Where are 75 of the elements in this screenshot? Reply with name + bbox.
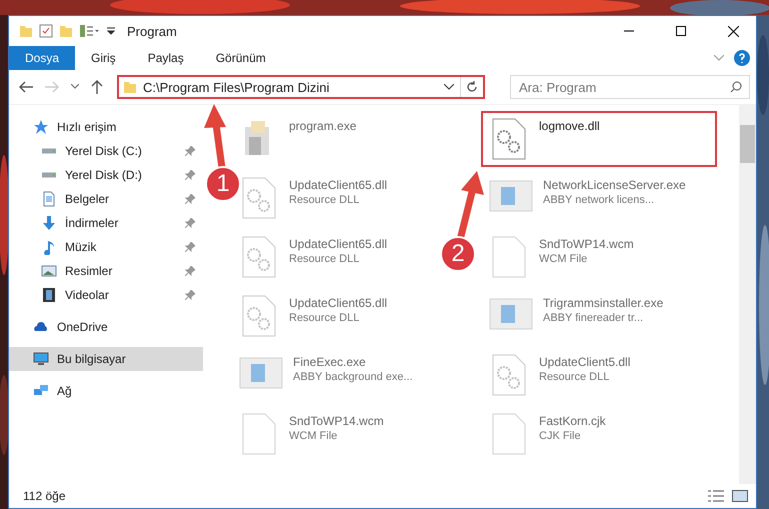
sidebar-item[interactable]: Videolar	[9, 283, 203, 307]
file-name[interactable]: UpdateClient5.dll	[539, 355, 630, 369]
file-type: ABBY finereader tr...	[543, 312, 644, 324]
search-icon	[730, 81, 742, 93]
sidebar-item[interactable]: Yerel Disk (C:)	[9, 139, 203, 163]
file-name[interactable]: FineExec.exe	[293, 355, 366, 369]
drive-icon	[41, 171, 57, 179]
thumbnail-view-icon[interactable]	[732, 490, 748, 502]
chevron-down-icon[interactable]	[444, 84, 454, 90]
file-type: Resource DLL	[539, 371, 610, 383]
star-icon	[33, 119, 49, 135]
file-type: Resource DLL	[289, 194, 360, 206]
file-name[interactable]: logmove.dll	[539, 119, 600, 133]
file-type: Resource DLL	[289, 253, 360, 265]
close-icon[interactable]	[728, 26, 738, 36]
file-name[interactable]: program.exe	[289, 119, 356, 133]
maximize-icon[interactable]	[676, 26, 686, 36]
music-note-icon	[41, 239, 57, 255]
film-icon	[41, 287, 57, 303]
monitor-icon	[33, 351, 49, 367]
file-name[interactable]: SndToWP14.wcm	[289, 414, 384, 428]
minimize-icon[interactable]	[624, 30, 634, 32]
file-name[interactable]: UpdateClient65.dll	[289, 296, 388, 310]
sidebar-item[interactable]: Müzik	[9, 235, 203, 259]
item-count: 112 öğe	[23, 489, 66, 503]
dropdown-icon[interactable]	[107, 27, 115, 35]
drive-icon	[41, 147, 57, 155]
scrollbar[interactable]	[739, 105, 756, 484]
file-name[interactable]: FastKorn.cjk	[539, 414, 606, 428]
sidebar-item[interactable]: İndirmeler	[9, 211, 203, 235]
file-type: WCM File	[539, 253, 588, 265]
pin-icon	[185, 146, 195, 156]
sidebar-item[interactable]: Resimler	[9, 259, 203, 283]
window-title: Program	[127, 24, 178, 38]
file-type: WCM File	[289, 430, 338, 442]
pin-icon	[185, 218, 195, 228]
sidebar-item[interactable]: Bu bilgisayar	[9, 347, 203, 371]
sidebar-item[interactable]: Ağ	[9, 379, 203, 403]
chevron-down-icon[interactable]	[71, 84, 79, 90]
details-view-icon[interactable]	[708, 490, 724, 502]
address-field[interactable]: C:\Program Files\Program Dizini	[117, 75, 485, 99]
file-name[interactable]: SndToWP14.wcm	[539, 237, 634, 251]
file-type: ABBY background exe...	[293, 371, 413, 383]
properties-icon[interactable]	[79, 24, 101, 38]
download-arrow-icon	[41, 215, 57, 231]
pin-icon	[185, 290, 195, 300]
sidebar-item[interactable]: Hızlı erişim	[9, 115, 203, 139]
file-type: Resource DLL	[289, 312, 360, 324]
folder-icon	[123, 80, 137, 94]
file-name[interactable]: UpdateClient65.dll	[289, 237, 388, 251]
pin-icon	[185, 242, 195, 252]
file-name[interactable]: UpdateClient65.dll	[289, 178, 388, 192]
file-name[interactable]: NetworkLicenseServer.exe	[543, 178, 686, 192]
folder-icon	[19, 24, 33, 38]
callout-arrow	[204, 104, 226, 168]
help-icon[interactable]	[734, 50, 750, 66]
pin-icon	[185, 170, 195, 180]
checklist-icon[interactable]	[39, 24, 53, 38]
picture-icon	[41, 263, 57, 279]
ribbon-tab[interactable]: Görünüm	[200, 46, 282, 70]
file-tab[interactable]: Dosya	[9, 46, 76, 70]
file-name[interactable]: Trigrammsinstaller.exe	[543, 296, 664, 310]
file-type: CJK File	[539, 430, 581, 442]
file-type: ABBY network licens...	[543, 194, 654, 206]
up-arrow-icon[interactable]	[91, 80, 103, 94]
ribbon-tab[interactable]: Giriş	[75, 46, 132, 70]
ribbon-tab[interactable]: Paylaş	[132, 46, 200, 70]
sidebar-item[interactable]: Yerel Disk (D:)	[9, 163, 203, 187]
sidebar-item[interactable]: Belgeler	[9, 187, 203, 211]
document-icon	[41, 191, 57, 207]
back-arrow-icon[interactable]	[19, 81, 33, 93]
pin-icon	[185, 194, 195, 204]
sidebar-item[interactable]: OneDrive	[9, 315, 203, 339]
pin-icon	[185, 266, 195, 276]
search-field[interactable]: Ara: Program	[510, 75, 750, 99]
